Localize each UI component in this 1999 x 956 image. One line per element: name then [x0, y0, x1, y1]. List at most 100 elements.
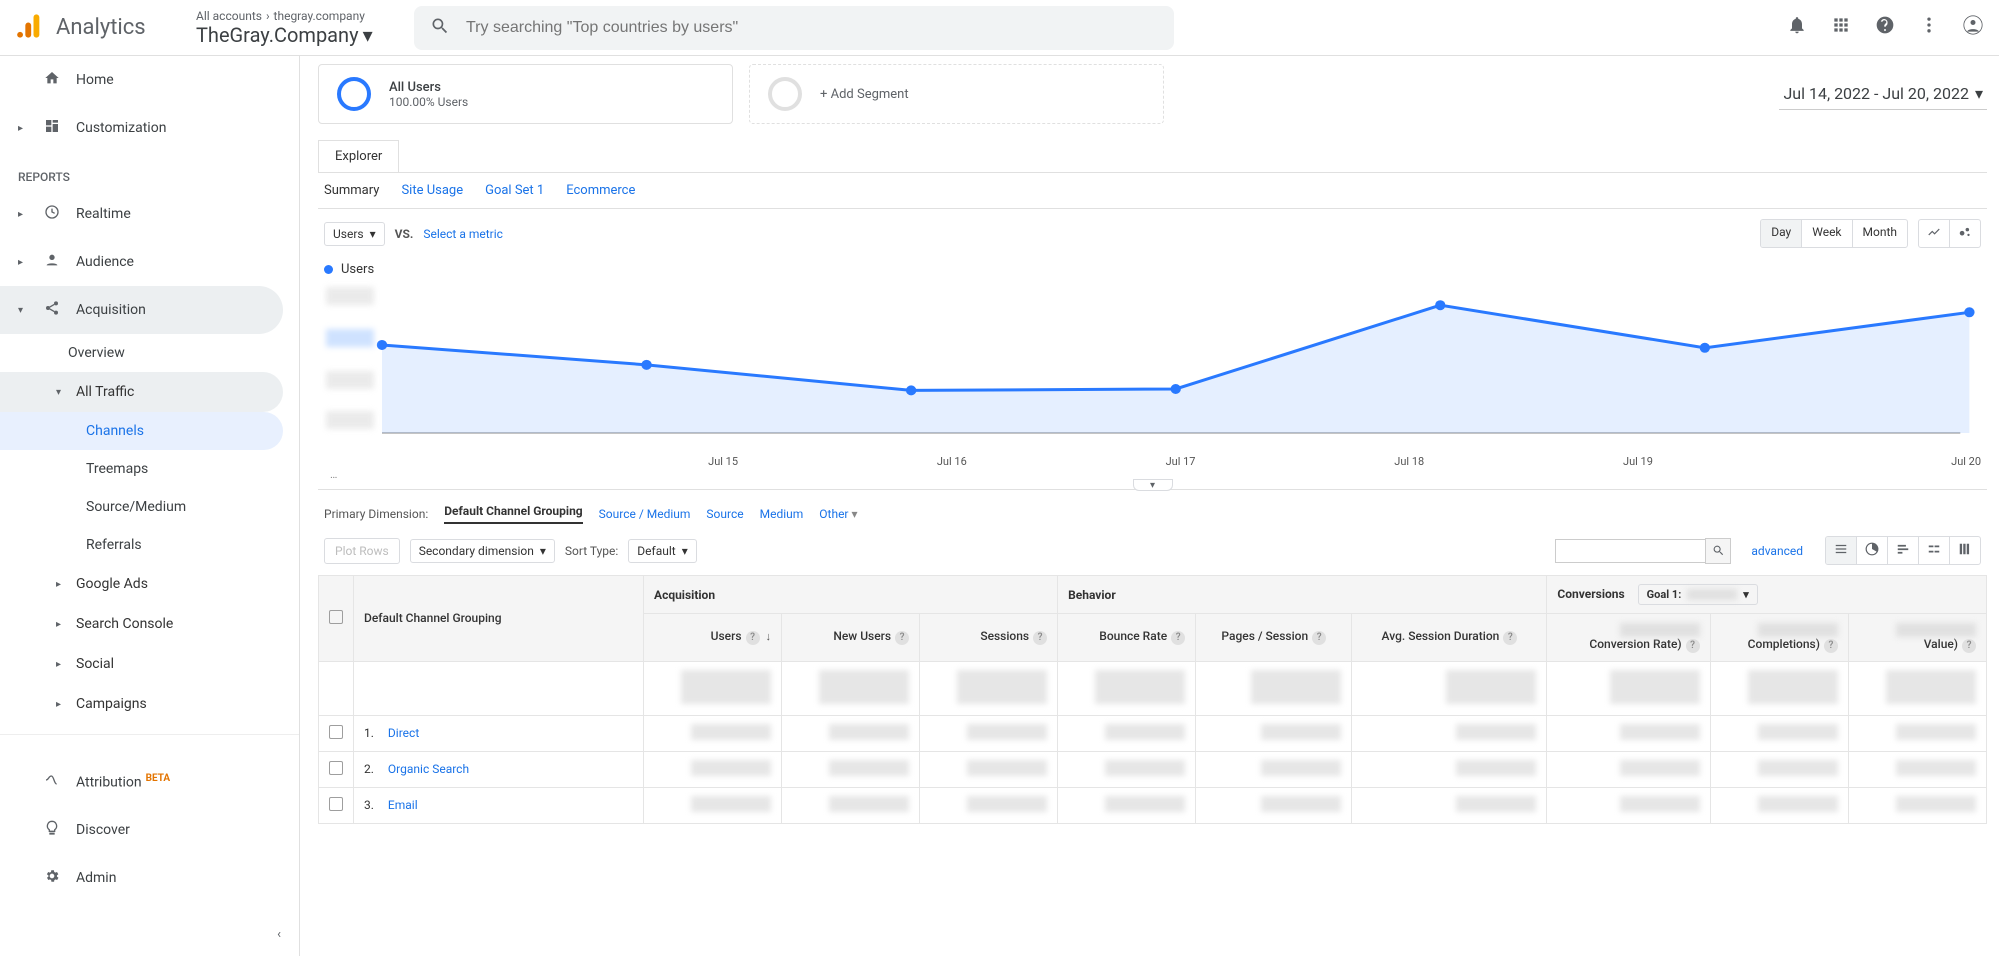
- col-completions[interactable]: Completions)?: [1710, 614, 1848, 662]
- row-checkbox[interactable]: [329, 725, 343, 739]
- help-icon[interactable]: ?: [1824, 639, 1838, 653]
- help-icon[interactable]: [1875, 15, 1895, 40]
- sidebar-item-attribution[interactable]: AttributionBETA: [0, 758, 299, 806]
- col-users[interactable]: Users?↓: [644, 614, 782, 662]
- customization-icon: [44, 118, 60, 138]
- row-channel-link[interactable]: Email: [388, 798, 418, 812]
- row-checkbox[interactable]: [329, 761, 343, 775]
- sidebar-item-audience[interactable]: ▸ Audience: [0, 238, 299, 286]
- metric-selector[interactable]: Users ▾: [324, 222, 385, 246]
- help-icon[interactable]: ?: [895, 631, 909, 645]
- caret-icon: ▸: [56, 659, 66, 670]
- segment-all-users[interactable]: All Users 100.00% Users: [318, 64, 733, 124]
- help-icon[interactable]: ?: [1033, 631, 1047, 645]
- caret-icon: ▾: [56, 387, 66, 398]
- sidebar-item-referrals[interactable]: Referrals: [0, 526, 299, 564]
- col-dimension[interactable]: Default Channel Grouping: [364, 611, 502, 625]
- sidebar-item-channels[interactable]: Channels: [0, 412, 283, 450]
- period-day[interactable]: Day: [1761, 220, 1802, 247]
- subtab-goal-set[interactable]: Goal Set 1: [485, 183, 544, 198]
- account-selector[interactable]: All accounts › thegray.company TheGray.C…: [196, 9, 406, 47]
- chart-expand-handle[interactable]: ▾: [1133, 479, 1173, 491]
- table-totals-row: [319, 661, 1987, 715]
- add-segment-button[interactable]: + Add Segment: [749, 64, 1164, 124]
- help-icon[interactable]: ?: [1686, 639, 1700, 653]
- help-icon[interactable]: ?: [1171, 631, 1185, 645]
- col-avg-session-duration[interactable]: Avg. Session Duration?: [1352, 614, 1547, 662]
- redacted-value: [1251, 670, 1341, 704]
- view-compare-icon[interactable]: [1919, 537, 1950, 564]
- sidebar-item-all-traffic[interactable]: ▾All Traffic: [0, 372, 283, 412]
- sidebar-label: Admin: [76, 870, 116, 886]
- col-bounce-rate[interactable]: Bounce Rate?: [1058, 614, 1196, 662]
- subtab-site-usage[interactable]: Site Usage: [401, 183, 463, 198]
- apps-icon[interactable]: [1831, 15, 1851, 40]
- more-icon[interactable]: [1919, 15, 1939, 40]
- help-icon[interactable]: ?: [746, 631, 760, 645]
- sidebar-item-acquisition[interactable]: ▾ Acquisition: [0, 286, 283, 334]
- col-new-users[interactable]: New Users?: [782, 614, 920, 662]
- row-checkbox[interactable]: [329, 797, 343, 811]
- collapse-sidebar-icon[interactable]: ‹: [277, 927, 281, 942]
- secondary-dimension-selector[interactable]: Secondary dimension ▾: [410, 539, 555, 563]
- search-input[interactable]: [466, 19, 1158, 37]
- help-icon[interactable]: ?: [1312, 631, 1326, 645]
- dimension-source[interactable]: Source: [706, 507, 743, 521]
- period-month[interactable]: Month: [1853, 220, 1907, 247]
- sidebar-item-home[interactable]: Home: [0, 56, 299, 104]
- view-pie-icon[interactable]: [1857, 537, 1888, 564]
- sidebar-item-google-ads[interactable]: ▸Google Ads: [0, 564, 299, 604]
- help-icon[interactable]: ?: [1962, 639, 1976, 653]
- notifications-icon[interactable]: [1787, 15, 1807, 40]
- dimension-selected[interactable]: Default Channel Grouping: [444, 504, 582, 524]
- sidebar-item-social[interactable]: ▸Social: [0, 644, 299, 684]
- account-avatar-icon[interactable]: [1963, 15, 1983, 40]
- view-pivot-icon[interactable]: [1950, 537, 1980, 564]
- redacted-value: [1610, 670, 1700, 704]
- search-bar[interactable]: [414, 6, 1174, 50]
- help-icon[interactable]: ?: [1503, 631, 1517, 645]
- table-search-input[interactable]: [1555, 539, 1705, 563]
- redacted-value: [1896, 760, 1976, 776]
- chart-x-tick: Jul 15: [609, 455, 838, 468]
- sidebar-item-discover[interactable]: Discover: [0, 806, 299, 854]
- row-channel-link[interactable]: Direct: [388, 726, 419, 740]
- view-bar-icon[interactable]: [1888, 537, 1919, 564]
- sidebar-item-campaigns[interactable]: ▸Campaigns: [0, 684, 299, 724]
- subtab-ecommerce[interactable]: Ecommerce: [566, 183, 635, 198]
- period-selector: Day Week Month: [1760, 219, 1908, 248]
- explorer-tabs: Explorer: [318, 140, 1987, 173]
- dimension-medium[interactable]: Medium: [760, 507, 804, 521]
- add-segment-label: + Add Segment: [820, 87, 909, 102]
- select-all-checkbox[interactable]: [329, 610, 343, 624]
- dimension-source-medium[interactable]: Source / Medium: [599, 507, 691, 521]
- period-week[interactable]: Week: [1802, 220, 1852, 247]
- dimension-other[interactable]: Other ▾: [819, 507, 857, 521]
- row-channel-link[interactable]: Organic Search: [388, 762, 469, 776]
- table-search-button[interactable]: [1705, 538, 1731, 564]
- sidebar-item-overview[interactable]: Overview: [0, 334, 299, 372]
- col-value[interactable]: Value)?: [1848, 614, 1986, 662]
- sidebar-item-realtime[interactable]: ▸ Realtime: [0, 190, 299, 238]
- col-sessions[interactable]: Sessions?: [920, 614, 1058, 662]
- sidebar-item-customization[interactable]: ▸ Customization: [0, 104, 299, 152]
- chart-bubble-icon[interactable]: [1950, 220, 1980, 247]
- goal-selector[interactable]: Goal 1: ▾: [1638, 584, 1758, 605]
- sidebar-item-treemaps[interactable]: Treemaps: [0, 450, 299, 488]
- sidebar-item-admin[interactable]: Admin: [0, 854, 299, 902]
- subtab-summary[interactable]: Summary: [324, 183, 379, 198]
- select-metric-link[interactable]: Select a metric: [423, 227, 503, 241]
- tab-explorer[interactable]: Explorer: [318, 140, 399, 172]
- advanced-link[interactable]: advanced: [1751, 544, 1803, 558]
- table-row: 3.Email: [319, 787, 1987, 823]
- date-range-selector[interactable]: Jul 14, 2022 - Jul 20, 2022 ▾: [1779, 78, 1987, 110]
- col-pages-session[interactable]: Pages / Session?: [1196, 614, 1352, 662]
- bulb-icon: [44, 820, 60, 840]
- chart-line-icon[interactable]: [1919, 220, 1950, 247]
- view-table-icon[interactable]: [1826, 537, 1857, 564]
- col-conversion-rate[interactable]: Conversion Rate)?: [1547, 614, 1710, 662]
- sort-type-selector[interactable]: Default ▾: [628, 539, 696, 563]
- sidebar-item-search-console[interactable]: ▸Search Console: [0, 604, 299, 644]
- sidebar-item-source-medium[interactable]: Source/Medium: [0, 488, 299, 526]
- sidebar-label: Customization: [76, 120, 166, 136]
